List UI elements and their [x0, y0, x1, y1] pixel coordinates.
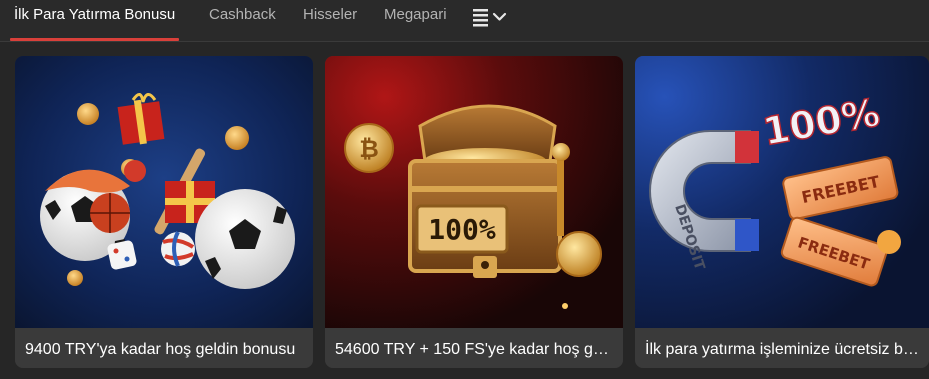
deposit-magnet-image: DEPOSIT 100% FREEBET FREEBET [635, 56, 929, 328]
tab-cashback[interactable]: Cashback [209, 0, 276, 41]
tab-first-deposit-bonus[interactable]: İlk Para Yatırma Bonusu [9, 0, 180, 41]
chest-counter-text: 100% [428, 213, 496, 246]
card-caption: İlk para yatırma işleminize ücretsiz bah… [635, 328, 929, 368]
sports-balls-gifts-image [15, 56, 313, 328]
list-icon [473, 9, 488, 27]
tab-bar: İlk Para Yatırma Bonusu Cashback Hissele… [0, 0, 929, 42]
svg-text:₿: ₿ [359, 135, 379, 163]
card-caption: 9400 TRY'ya kadar hoş geldin bonusu [15, 328, 313, 368]
tab-megapari[interactable]: Megapari [384, 0, 447, 41]
tab-hisseler[interactable]: Hisseler [303, 0, 357, 41]
treasure-chest-image: 100% ₿ [325, 56, 623, 328]
chevron-down-icon [492, 12, 507, 21]
card-caption: 54600 TRY + 150 FS'ye kadar hoş geldin b… [325, 328, 623, 368]
more-tabs-button[interactable] [470, 6, 510, 28]
bonus-card-freebet[interactable]: DEPOSIT 100% FREEBET FREEBET İlk para ya… [635, 56, 929, 368]
bonus-card-casino-welcome[interactable]: 100% ₿ 54600 TRY + 150 FS'ye kadar hoş g… [325, 56, 623, 368]
bonus-card-welcome[interactable]: 9400 TRY'ya kadar hoş geldin bonusu [15, 56, 313, 368]
